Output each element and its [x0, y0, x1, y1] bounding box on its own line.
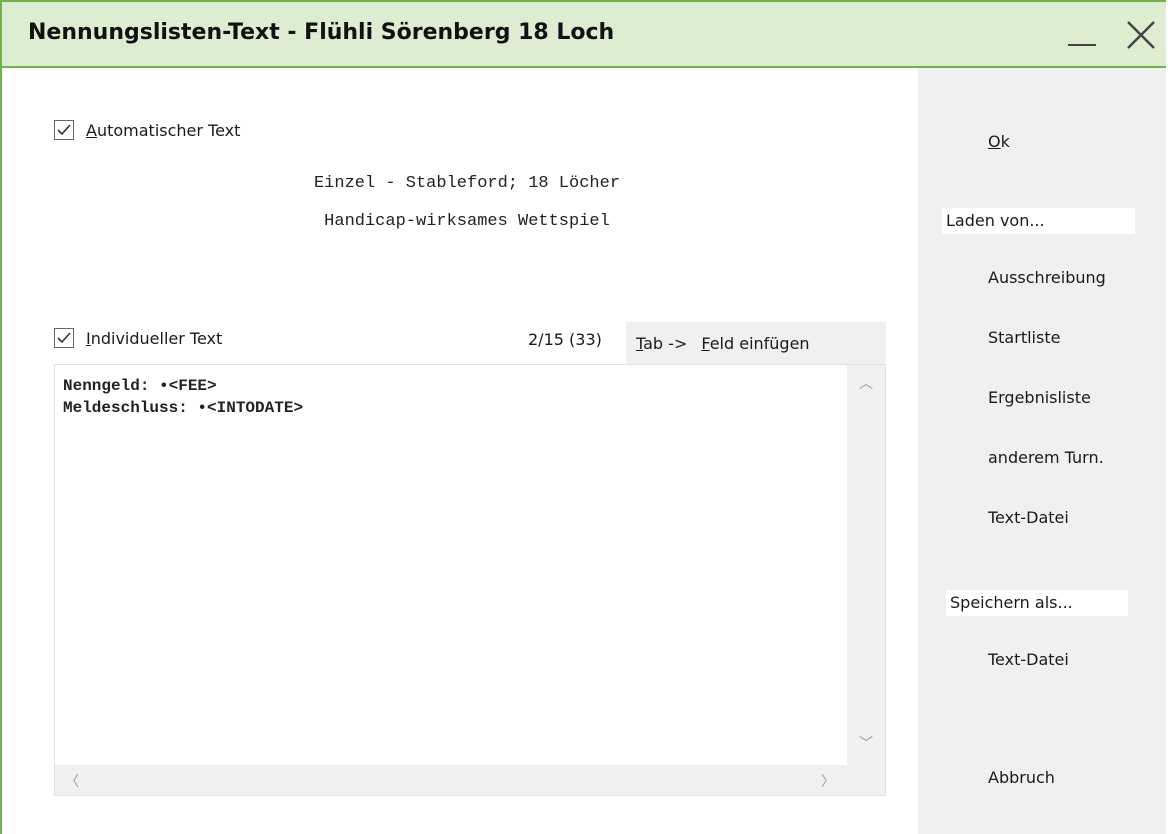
- load-other-tournament-button[interactable]: anderem Turn.: [988, 448, 1104, 467]
- individual-text-row: Individueller Text: [54, 328, 222, 348]
- title-bar: Nennungslisten-Text - Flühli Sörenberg 1…: [2, 2, 1166, 68]
- horizontal-scrollbar[interactable]: 〈 〉: [55, 765, 847, 795]
- checkmark-icon: [57, 332, 71, 344]
- close-icon: [1127, 21, 1155, 49]
- individual-text-label[interactable]: Individueller Text: [86, 329, 222, 348]
- load-text-file-button[interactable]: Text-Datei: [988, 508, 1069, 527]
- load-from-label: Laden von...: [942, 208, 1135, 234]
- scroll-up-icon[interactable]: ︿: [859, 373, 873, 393]
- save-text-file-button[interactable]: Text-Datei: [988, 650, 1069, 669]
- load-startliste-button[interactable]: Startliste: [988, 328, 1060, 347]
- window-title: Nennungslisten-Text - Flühli Sörenberg 1…: [28, 20, 615, 45]
- dialog-window: Nennungslisten-Text - Flühli Sörenberg 1…: [0, 0, 1166, 834]
- insert-field-button[interactable]: Feld einfügen: [701, 334, 809, 353]
- individual-text-editor: Nenngeld: •<FEE> Meldeschluss: •<INTODAT…: [54, 364, 886, 796]
- load-ergebnisliste-button[interactable]: Ergebnisliste: [988, 388, 1091, 407]
- automatic-text-row: Automatischer Text: [54, 120, 240, 140]
- text-line: Meldeschluss: •<INTODATE>: [63, 399, 304, 417]
- tab-button[interactable]: Tab ->: [636, 334, 687, 353]
- save-as-label: Speichern als...: [946, 590, 1128, 616]
- line-counter: 2/15 (33): [528, 330, 602, 349]
- text-area[interactable]: Nenngeld: •<FEE> Meldeschluss: •<INTODAT…: [55, 365, 847, 765]
- text-line: Nenngeld: •<FEE>: [63, 377, 217, 395]
- scroll-left-icon[interactable]: 〈: [65, 771, 79, 791]
- individual-text-checkbox[interactable]: [54, 328, 74, 348]
- automatic-text-label[interactable]: Automatischer Text: [86, 121, 240, 140]
- insert-field-bar: Tab -> Feld einfügen: [626, 322, 886, 364]
- minimize-icon: [1068, 44, 1096, 46]
- automatic-text-checkbox[interactable]: [54, 120, 74, 140]
- ok-button[interactable]: Ok: [988, 132, 1010, 151]
- scroll-down-icon[interactable]: ﹀: [859, 733, 873, 753]
- cancel-button[interactable]: Abbruch: [988, 768, 1055, 787]
- automatic-text-line-1: Einzel - Stableford; 18 Löcher: [313, 174, 621, 193]
- minimize-button[interactable]: [1062, 16, 1102, 54]
- scroll-right-icon[interactable]: 〉: [821, 771, 835, 791]
- vertical-scrollbar[interactable]: ︿ ﹀: [847, 365, 885, 765]
- close-button[interactable]: [1122, 16, 1162, 54]
- load-ausschreibung-button[interactable]: Ausschreibung: [988, 268, 1106, 287]
- checkmark-icon: [57, 124, 71, 136]
- automatic-text-line-2: Handicap-wirksames Wettspiel: [324, 212, 610, 231]
